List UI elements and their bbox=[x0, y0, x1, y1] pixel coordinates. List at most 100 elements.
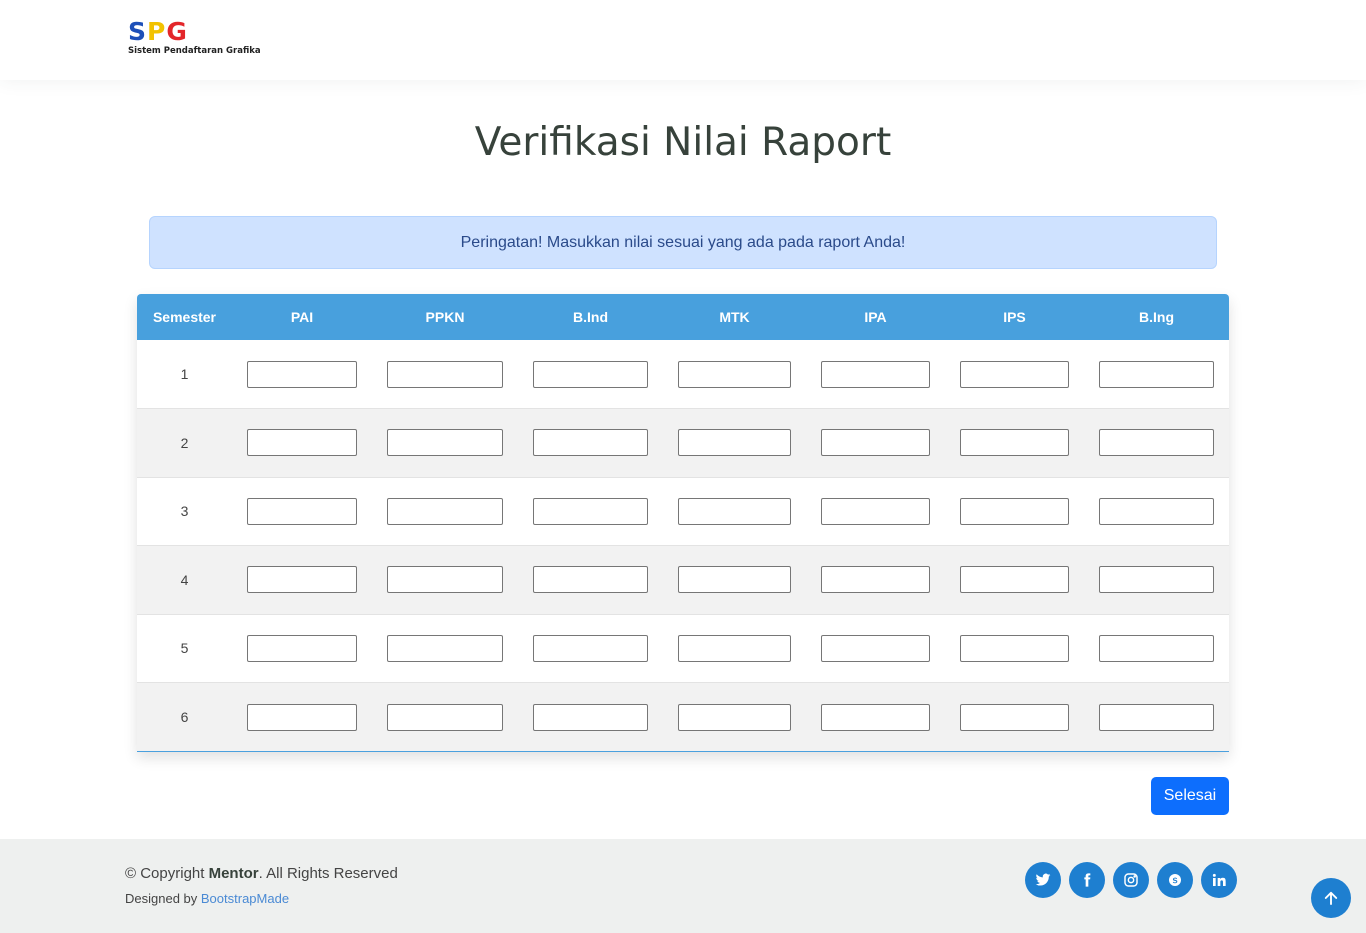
grade-input-ppkn-semester-6[interactable] bbox=[387, 703, 503, 731]
grade-input-ips-semester-2[interactable] bbox=[960, 429, 1069, 457]
copyright-brand: Mentor bbox=[208, 865, 259, 882]
grade-input-pai-semester-2[interactable] bbox=[247, 429, 357, 457]
grade-cell bbox=[945, 614, 1084, 683]
grade-input-bind-semester-2[interactable] bbox=[533, 429, 648, 457]
grade-cell bbox=[806, 340, 945, 409]
grade-input-bind-semester-3[interactable] bbox=[533, 497, 648, 525]
column-header-pai: PAI bbox=[290, 309, 314, 325]
grade-cell bbox=[663, 409, 806, 478]
grade-input-mtk-semester-6[interactable] bbox=[678, 703, 791, 731]
twitter-icon[interactable] bbox=[1025, 862, 1061, 898]
social-links bbox=[1025, 862, 1237, 898]
table-row: 6 bbox=[137, 682, 1229, 752]
grade-cell bbox=[232, 409, 372, 478]
site-footer: © Copyright Mentor. All Rights Reserved … bbox=[0, 839, 1366, 933]
grade-input-ips-semester-1[interactable] bbox=[960, 360, 1069, 388]
grade-input-ipa-semester-1[interactable] bbox=[821, 360, 930, 388]
grade-input-bind-semester-6[interactable] bbox=[533, 703, 648, 731]
grade-input-pai-semester-5[interactable] bbox=[247, 634, 357, 662]
grade-input-mtk-semester-4[interactable] bbox=[678, 566, 791, 594]
logo-letter-g: G bbox=[166, 17, 188, 46]
grade-input-pai-semester-4[interactable] bbox=[247, 566, 357, 594]
grade-cell bbox=[372, 683, 518, 752]
grade-input-bind-semester-5[interactable] bbox=[533, 634, 648, 662]
grade-input-bing-semester-6[interactable] bbox=[1099, 703, 1214, 731]
grade-cell bbox=[232, 614, 372, 683]
grade-input-ppkn-semester-3[interactable] bbox=[387, 497, 503, 525]
grade-input-ppkn-semester-5[interactable] bbox=[387, 634, 503, 662]
grades-table: Semester PAI PPKN B.Ind MTK IPA IPS B.In… bbox=[137, 294, 1229, 751]
grade-input-mtk-semester-3[interactable] bbox=[678, 497, 791, 525]
grade-cell bbox=[518, 614, 663, 683]
grade-input-ipa-semester-2[interactable] bbox=[821, 429, 930, 457]
grade-input-ips-semester-6[interactable] bbox=[960, 703, 1069, 731]
grade-input-ips-semester-3[interactable] bbox=[960, 497, 1069, 525]
grade-cell bbox=[663, 614, 806, 683]
grades-table-container: Semester PAI PPKN B.Ind MTK IPA IPS B.In… bbox=[137, 294, 1229, 752]
grade-input-bing-semester-2[interactable] bbox=[1099, 429, 1214, 457]
grade-cell bbox=[663, 477, 806, 546]
instagram-icon[interactable] bbox=[1113, 862, 1149, 898]
grade-cell bbox=[945, 340, 1084, 409]
grade-input-ipa-semester-3[interactable] bbox=[821, 497, 930, 525]
table-row: 4 bbox=[137, 545, 1229, 615]
grade-cell bbox=[945, 409, 1084, 478]
grade-cell bbox=[372, 477, 518, 546]
grade-cell bbox=[806, 546, 945, 615]
grade-cell bbox=[806, 409, 945, 478]
column-header-ppkn: PPKN bbox=[425, 309, 465, 325]
grade-input-pai-semester-6[interactable] bbox=[247, 703, 357, 731]
grade-cell bbox=[806, 683, 945, 752]
grade-input-ips-semester-4[interactable] bbox=[960, 566, 1069, 594]
grade-input-ipa-semester-6[interactable] bbox=[821, 703, 930, 731]
column-header-semester: Semester bbox=[152, 309, 217, 325]
grade-cell bbox=[1084, 683, 1229, 752]
grade-cell bbox=[518, 546, 663, 615]
grade-cell bbox=[232, 477, 372, 546]
grade-input-bing-semester-3[interactable] bbox=[1099, 497, 1214, 525]
designed-by-prefix: Designed by bbox=[125, 891, 201, 906]
column-header-bing: B.Ing bbox=[1139, 309, 1174, 325]
grade-input-bing-semester-1[interactable] bbox=[1099, 360, 1214, 388]
logo[interactable]: SPG Sistem Pendaftaran Grafika bbox=[128, 17, 261, 57]
grade-input-bind-semester-1[interactable] bbox=[533, 360, 648, 388]
table-row: 3 bbox=[137, 477, 1229, 546]
skype-icon[interactable] bbox=[1157, 862, 1193, 898]
grade-cell bbox=[663, 546, 806, 615]
grade-input-ppkn-semester-2[interactable] bbox=[387, 429, 503, 457]
grade-cell bbox=[518, 477, 663, 546]
grade-cell bbox=[518, 683, 663, 752]
grade-input-bing-semester-4[interactable] bbox=[1099, 566, 1214, 594]
semester-cell: 6 bbox=[180, 709, 189, 725]
grade-input-mtk-semester-1[interactable] bbox=[678, 360, 791, 388]
grade-input-ipa-semester-4[interactable] bbox=[821, 566, 930, 594]
grade-input-ips-semester-5[interactable] bbox=[960, 634, 1069, 662]
grade-cell bbox=[372, 614, 518, 683]
table-row: 5 bbox=[137, 614, 1229, 683]
grade-cell bbox=[1084, 477, 1229, 546]
table-row: 1 bbox=[137, 340, 1229, 409]
grade-cell bbox=[232, 683, 372, 752]
bootstrapmade-link[interactable]: BootstrapMade bbox=[201, 891, 289, 906]
grade-cell bbox=[1084, 546, 1229, 615]
back-to-top-button[interactable] bbox=[1311, 878, 1351, 918]
selesai-button[interactable]: Selesai bbox=[1151, 777, 1229, 815]
facebook-icon[interactable] bbox=[1069, 862, 1105, 898]
grade-input-ppkn-semester-1[interactable] bbox=[387, 360, 503, 388]
semester-cell: 5 bbox=[180, 640, 189, 657]
grade-input-bing-semester-5[interactable] bbox=[1099, 634, 1214, 662]
copyright-text: © Copyright Mentor. All Rights Reserved bbox=[125, 865, 398, 882]
site-header: SPG Sistem Pendaftaran Grafika bbox=[0, 0, 1366, 80]
column-header-ipa: IPA bbox=[864, 309, 887, 325]
grade-input-pai-semester-1[interactable] bbox=[247, 360, 357, 388]
grade-input-ppkn-semester-4[interactable] bbox=[387, 566, 503, 594]
grade-input-pai-semester-3[interactable] bbox=[247, 497, 357, 525]
logo-subtitle: Sistem Pendaftaran Grafika bbox=[128, 46, 261, 56]
grade-input-mtk-semester-2[interactable] bbox=[678, 429, 791, 457]
logo-letter-p: P bbox=[147, 17, 167, 46]
grade-input-bind-semester-4[interactable] bbox=[533, 566, 648, 594]
grade-input-mtk-semester-5[interactable] bbox=[678, 634, 791, 662]
linkedin-icon[interactable] bbox=[1201, 862, 1237, 898]
grade-input-ipa-semester-5[interactable] bbox=[821, 634, 930, 662]
grade-cell bbox=[1084, 614, 1229, 683]
